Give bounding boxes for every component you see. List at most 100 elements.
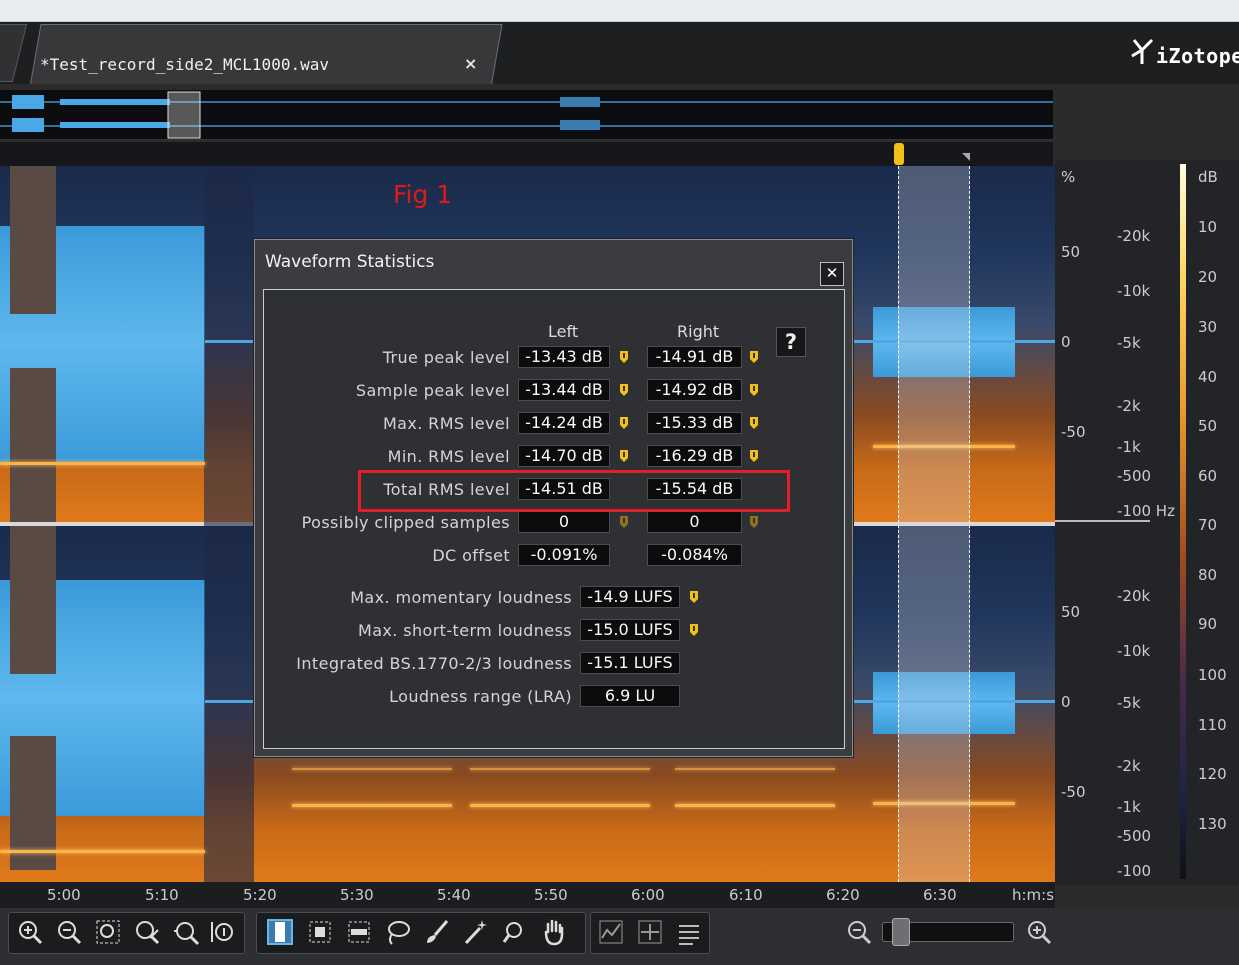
zoom-out-horizontal-icon[interactable]	[845, 918, 873, 946]
clip-marker-icon[interactable]	[749, 350, 759, 364]
clip-marker-icon[interactable]	[619, 515, 629, 529]
loudness-label: Max. short-term loudness	[357, 621, 572, 640]
stat-value-right: 0	[647, 511, 742, 533]
clip-marker-icon[interactable]	[689, 623, 699, 637]
help-button[interactable]: ?	[776, 327, 806, 357]
harmonic-line	[675, 804, 835, 807]
stat-label: Max. RMS level	[382, 414, 510, 433]
stat-value-left: 0	[518, 511, 610, 533]
column-header-right: Right	[677, 322, 720, 341]
db-tick: 10	[1198, 218, 1218, 236]
selection-markers[interactable]	[890, 141, 970, 167]
frequency-selection-icon[interactable]	[345, 918, 373, 946]
time-selection[interactable]	[898, 166, 970, 882]
statistics-panel: Left Right ? True peak level -13.43 dB -…	[263, 289, 845, 749]
file-tab[interactable]	[30, 24, 503, 84]
time-tick: 5:30	[340, 886, 374, 904]
percent-tick: 50	[1061, 243, 1081, 261]
zoom-selection-icon[interactable]	[94, 918, 122, 946]
db-tick: 110	[1198, 716, 1227, 734]
hz-tick: -10k	[1117, 282, 1151, 300]
percent-tick: 50	[1061, 603, 1081, 621]
clip-marker-icon[interactable]	[619, 416, 629, 430]
zoom-slider-handle[interactable]	[892, 918, 910, 946]
clip-marker-icon[interactable]	[689, 590, 699, 604]
percent-unit-label: %	[1061, 168, 1076, 186]
hz-tick: -500	[1117, 827, 1152, 845]
clip-marker-icon[interactable]	[619, 449, 629, 463]
zoom-in-horizontal-icon[interactable]	[1025, 918, 1053, 946]
stat-label: DC offset	[432, 546, 510, 565]
magic-wand-icon[interactable]	[462, 918, 490, 946]
stat-value-left: -13.44 dB	[518, 379, 610, 401]
db-unit-label: dB	[1198, 168, 1218, 186]
zoom-time-icon[interactable]	[172, 918, 200, 946]
hand-icon[interactable]	[540, 918, 568, 946]
hz-tick: -1k	[1117, 438, 1141, 456]
find-similar-icon[interactable]	[501, 918, 529, 946]
harmonic-line	[0, 850, 205, 853]
time-tick: 6:10	[729, 886, 763, 904]
clip-marker-icon[interactable]	[749, 383, 759, 397]
percent-tick: -50	[1061, 423, 1086, 441]
percent-tick: 0	[1061, 333, 1071, 351]
zoom-in-icon[interactable]	[16, 918, 44, 946]
zoom-frequency-icon[interactable]	[210, 918, 238, 946]
hz-tick: -500	[1117, 467, 1152, 485]
spectrogram-view-icon[interactable]	[597, 918, 625, 946]
loudness-label: Integrated BS.1770-2/3 loudness	[296, 654, 572, 673]
loudness-value: -14.9 LUFS	[580, 586, 680, 608]
time-tick: 5:10	[145, 886, 179, 904]
clip-marker-icon[interactable]	[619, 383, 629, 397]
lasso-icon[interactable]	[384, 918, 412, 946]
izotope-logo: iZotope	[1156, 44, 1239, 68]
hz-tick: -20k	[1117, 227, 1151, 245]
db-color-scale	[1180, 164, 1186, 879]
file-tab-label: *Test_record_side2_MCL1000.wav	[40, 55, 329, 74]
stat-value-right: -0.084%	[647, 544, 742, 566]
rectangle-selection-icon[interactable]	[306, 918, 334, 946]
dialog-title: Waveform Statistics	[265, 252, 435, 272]
brush-icon[interactable]	[423, 918, 451, 946]
time-unit-label: h:m:s	[1012, 886, 1055, 904]
db-tick: 120	[1198, 765, 1227, 783]
db-tick: 90	[1198, 615, 1218, 633]
harmonic-line	[0, 462, 205, 465]
clip-marker-icon[interactable]	[749, 449, 759, 463]
highlight-box	[358, 470, 790, 512]
db-tick: 100	[1198, 666, 1227, 684]
zoom-out-icon[interactable]	[55, 918, 83, 946]
waveform-overview[interactable]	[0, 90, 1053, 140]
loudness-value: 6.9 LU	[580, 685, 680, 707]
dialog-close-button[interactable]: ✕	[820, 262, 844, 286]
axis-channel-divider	[1055, 520, 1150, 522]
list-view-icon[interactable]	[675, 918, 703, 946]
waveform-view-icon[interactable]	[636, 918, 664, 946]
db-tick: 30	[1198, 318, 1218, 336]
stat-label: Sample peak level	[355, 381, 510, 400]
harmonic-line	[470, 768, 650, 770]
clip-marker-icon[interactable]	[749, 515, 759, 529]
loudness-label: Loudness range (LRA)	[389, 687, 572, 706]
time-selection-tool-icon[interactable]	[266, 918, 294, 946]
time-tick: 6:30	[923, 886, 957, 904]
tab-close-button[interactable]: ×	[464, 54, 477, 73]
time-tick: 6:20	[826, 886, 860, 904]
time-tick: 5:40	[437, 886, 471, 904]
clip-marker-icon[interactable]	[619, 350, 629, 364]
hz-tick: -100	[1117, 862, 1152, 880]
zoom-reset-icon[interactable]	[133, 918, 161, 946]
hz-tick: -1k	[1117, 798, 1141, 816]
hz-tick: -5k	[1117, 334, 1141, 352]
db-tick: 80	[1198, 566, 1218, 584]
stat-value-right: -16.29 dB	[647, 445, 742, 467]
stat-value-right: -14.91 dB	[647, 346, 742, 368]
stat-value-right: -15.33 dB	[647, 412, 742, 434]
column-header-left: Left	[548, 322, 579, 341]
izotope-star-icon	[1131, 38, 1154, 64]
hz-tick: -5k	[1117, 694, 1141, 712]
clip-marker-icon[interactable]	[749, 416, 759, 430]
time-tick: 5:50	[534, 886, 568, 904]
percent-tick: 0	[1061, 693, 1071, 711]
db-tick: 60	[1198, 467, 1218, 485]
